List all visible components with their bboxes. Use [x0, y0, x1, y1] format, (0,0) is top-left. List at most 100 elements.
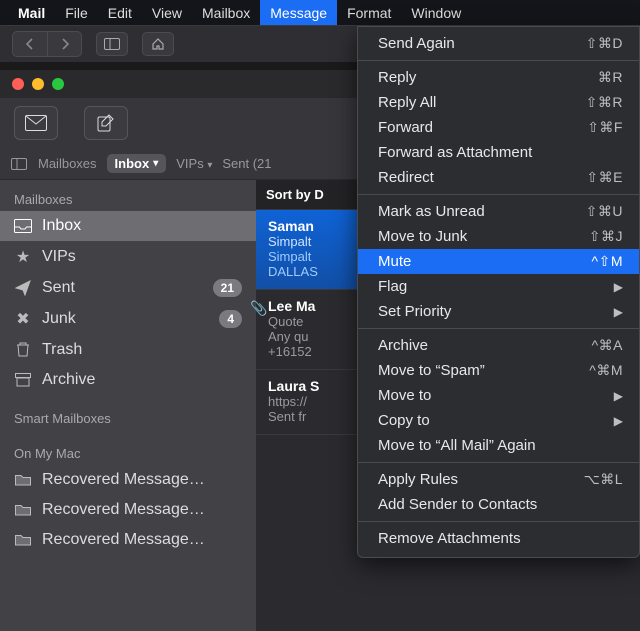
menu-item-label: Add Sender to Contacts	[378, 496, 537, 513]
menu-item-label: Flag	[378, 278, 407, 295]
message-menu: Send Again⇧⌘D Reply ⌘R Reply All⇧⌘RForward⇧…	[357, 26, 640, 558]
folder-icon	[14, 504, 32, 516]
menu-item-label: Move to “Spam”	[378, 362, 485, 379]
menu-item[interactable]: Redirect⇧⌘E	[358, 165, 639, 190]
sidebar-item-vips[interactable]: ★ VIPs	[0, 241, 256, 273]
nav-forward-button[interactable]	[47, 32, 81, 56]
window-minimize-button[interactable]	[32, 78, 44, 90]
menu-separator	[358, 462, 639, 463]
menu-shortcut: ⇧⌘E	[586, 169, 623, 186]
get-mail-button[interactable]	[14, 106, 58, 140]
favorites-inbox-button[interactable]: Inbox ▾	[107, 154, 167, 173]
sidebar-item-label: Trash	[42, 341, 82, 359]
nav-back-button[interactable]	[13, 32, 47, 56]
home-icon	[151, 37, 165, 51]
submenu-arrow-icon: ▶	[614, 280, 623, 294]
menu-item[interactable]: Mute^⇧M	[358, 249, 639, 274]
sidebar-item-label: VIPs	[42, 248, 76, 266]
sidebar-icon	[104, 38, 120, 50]
menu-item-label: Remove Attachments	[378, 530, 521, 547]
menu-item-label: Move to	[378, 387, 431, 404]
sidebar-item-local[interactable]: Recovered Message…	[0, 495, 256, 525]
menu-item[interactable]: Mark as Unread⇧⌘U	[358, 199, 639, 224]
menu-item[interactable]: Reply ⌘R	[358, 65, 639, 90]
folder-icon	[14, 534, 32, 546]
menu-shortcut: ⇧⌘J	[589, 228, 623, 245]
menubar-mailbox[interactable]: Mailbox	[192, 0, 260, 25]
menu-item[interactable]: Forward as Attachment	[358, 140, 639, 165]
menu-item-label: Forward as Attachment	[378, 144, 532, 161]
sidebar-item-label: Inbox	[42, 217, 81, 235]
menu-item[interactable]: Add Sender to Contacts	[358, 492, 639, 517]
sidebar-toggle-button[interactable]	[96, 32, 128, 56]
sidebar-icon	[11, 158, 27, 170]
menu-separator	[358, 194, 639, 195]
menu-item[interactable]: Apply Rules⌥⌘L	[358, 467, 639, 492]
sidebar-item-archive[interactable]: Archive	[0, 365, 256, 395]
sidebar-item-label: Sent	[42, 279, 75, 297]
menu-shortcut: ⌥⌘L	[584, 471, 623, 488]
menu-item[interactable]: Flag ▶	[358, 274, 639, 299]
menu-item-label: Copy to	[378, 412, 430, 429]
submenu-arrow-icon: ▶	[614, 389, 623, 403]
menubar-file[interactable]: File	[55, 0, 98, 25]
menu-item[interactable]: Send Again⇧⌘D	[358, 31, 639, 56]
menu-shortcut: ⌘R	[598, 69, 623, 86]
junk-icon: ✖	[14, 309, 32, 329]
window-zoom-button[interactable]	[52, 78, 64, 90]
menu-item[interactable]: Forward⇧⌘F	[358, 115, 639, 140]
menubar-view[interactable]: View	[142, 0, 192, 25]
sidebar-heading-onmymac: On My Mac	[0, 440, 256, 465]
favorites-vips[interactable]: VIPs ▾	[176, 156, 212, 171]
menu-shortcut: ⇧⌘U	[586, 203, 623, 220]
favorites-mailboxes[interactable]: Mailboxes	[38, 156, 97, 171]
menu-item[interactable]: Move to “All Mail” Again	[358, 433, 639, 458]
menubar: Mail File Edit View Mailbox Message Form…	[0, 0, 640, 26]
menu-item[interactable]: Move to “Spam” ^⌘M	[358, 358, 639, 383]
menubar-edit[interactable]: Edit	[98, 0, 142, 25]
menubar-window[interactable]: Window	[401, 0, 471, 25]
sidebar-item-junk[interactable]: ✖ Junk 4	[0, 303, 256, 335]
menu-shortcut: ^⌘M	[589, 362, 623, 379]
sidebar-item-trash[interactable]: Trash	[0, 335, 256, 365]
sidebar-item-local[interactable]: Recovered Message…	[0, 465, 256, 495]
folder-icon	[14, 474, 32, 486]
menu-item[interactable]: Set Priority▶	[358, 299, 639, 324]
home-button[interactable]	[142, 32, 174, 56]
chevron-right-icon	[60, 38, 70, 50]
menu-item-label: Reply	[378, 69, 416, 86]
chevron-down-icon: ▾	[153, 158, 158, 169]
attachment-icon: 📎	[250, 300, 267, 317]
sidebar-item-sent[interactable]: Sent 21	[0, 273, 256, 303]
menubar-app: Mail	[8, 5, 55, 21]
sidebar-heading-mailboxes: Mailboxes	[0, 186, 256, 211]
chevron-left-icon	[25, 38, 35, 50]
menu-item-label: Move to Junk	[378, 228, 467, 245]
sidebar-heading-smart: Smart Mailboxes	[0, 405, 256, 430]
sidebar-item-local[interactable]: Recovered Message…	[0, 525, 256, 555]
sidebar-item-label: Recovered Message…	[42, 471, 205, 489]
favorites-inbox-label: Inbox	[115, 156, 150, 171]
menu-item[interactable]: Remove Attachments	[358, 526, 639, 551]
menu-item[interactable]: Move to ▶	[358, 383, 639, 408]
envelope-icon	[25, 115, 47, 131]
menubar-format[interactable]: Format	[337, 0, 401, 25]
compose-icon	[97, 114, 115, 132]
menubar-message[interactable]: Message	[260, 0, 337, 25]
sidebar-item-inbox[interactable]: Inbox	[0, 211, 256, 241]
sidebar-item-label: Junk	[42, 310, 76, 328]
menu-item[interactable]: Reply All⇧⌘R	[358, 90, 639, 115]
mailboxes-toggle-icon[interactable]	[10, 155, 28, 173]
menu-item[interactable]: Copy to▶	[358, 408, 639, 433]
window-close-button[interactable]	[12, 78, 24, 90]
archive-icon	[14, 373, 32, 387]
compose-button[interactable]	[84, 106, 128, 140]
chevron-down-icon: ▾	[207, 160, 212, 171]
menu-item[interactable]: Move to Junk ⇧⌘J	[358, 224, 639, 249]
paperplane-icon	[14, 280, 32, 296]
menu-shortcut: ^⌘A	[592, 337, 623, 354]
menu-item-label: Send Again	[378, 35, 455, 52]
sidebar-item-label: Recovered Message…	[42, 531, 205, 549]
menu-item[interactable]: Archive^⌘A	[358, 333, 639, 358]
favorites-sent[interactable]: Sent (21	[222, 156, 271, 171]
